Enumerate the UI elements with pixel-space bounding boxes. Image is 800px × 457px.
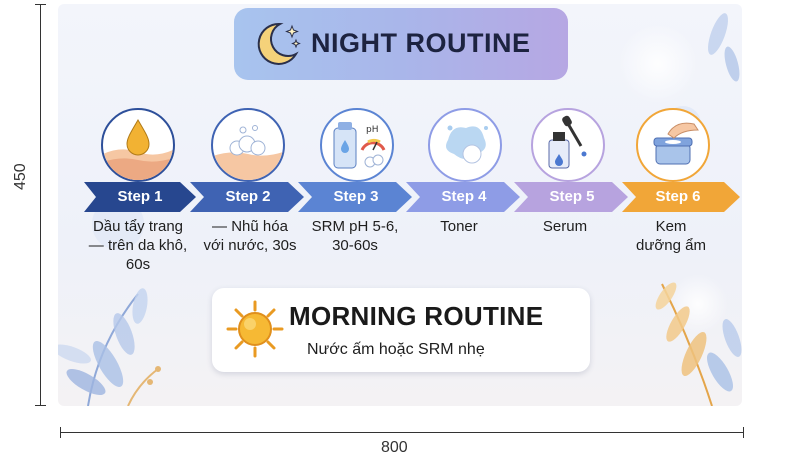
step-3-label: Step 3 (333, 188, 379, 205)
step-3-description: SRM pH 5-6, 30-60s (311, 218, 399, 254)
step-6-description: Kem dưỡng ẩm (636, 218, 706, 254)
step-6-label: Step 6 (655, 188, 701, 205)
step-4-icon-circle (428, 108, 502, 182)
step-1-icon-circle (101, 108, 175, 182)
cleanser-tube-ph-icon: pH (333, 122, 386, 169)
step-4-description: Toner (440, 218, 478, 235)
infographic: 450 800 NIGHT ROUTINE pH Step 1 Step 2 S… (0, 0, 800, 456)
step-4-label: Step 4 (441, 188, 487, 205)
morning-routine-subtitle: Nước ấm hoặc SRM nhẹ (307, 341, 485, 358)
step-2-label: Step 2 (225, 188, 271, 205)
step-2-icon-circle (211, 108, 285, 182)
step-1-description: Dầu tẩy trang — trên da khô, 60s (88, 218, 188, 273)
step-5-description: Serum (542, 218, 588, 235)
leaves-left-decoration (58, 288, 161, 406)
leaves-top-right-decoration (708, 13, 740, 82)
step-6-icon-circle (636, 108, 710, 182)
step-5-label: Step 5 (549, 188, 595, 205)
step-1-label: Step 1 (117, 188, 163, 205)
width-dimension-label: 800 (381, 439, 408, 456)
svg-text:pH: pH (366, 125, 378, 135)
step-2-description: — Nhũ hóa với nước, 30s (203, 218, 297, 254)
height-dimension-label: 450 (12, 163, 29, 190)
height-dimension-line (35, 4, 46, 406)
morning-routine-title: MORNING ROUTINE (289, 301, 544, 331)
step-3-icon-circle: pH (320, 108, 394, 182)
title-text: NIGHT ROUTINE (311, 28, 531, 58)
sun-icon (226, 300, 284, 358)
oil-drop-skin-icon (103, 119, 173, 180)
step-5-icon-circle (531, 108, 605, 182)
leaves-right-decoration (655, 282, 742, 406)
width-dimension-line (60, 427, 744, 438)
moon-stars-icon (257, 22, 301, 65)
serum-dropper-icon (548, 115, 587, 169)
toner-splash-icon (446, 125, 488, 164)
emulsify-foam-icon (213, 125, 283, 180)
moisturizer-jar-icon (653, 122, 699, 165)
